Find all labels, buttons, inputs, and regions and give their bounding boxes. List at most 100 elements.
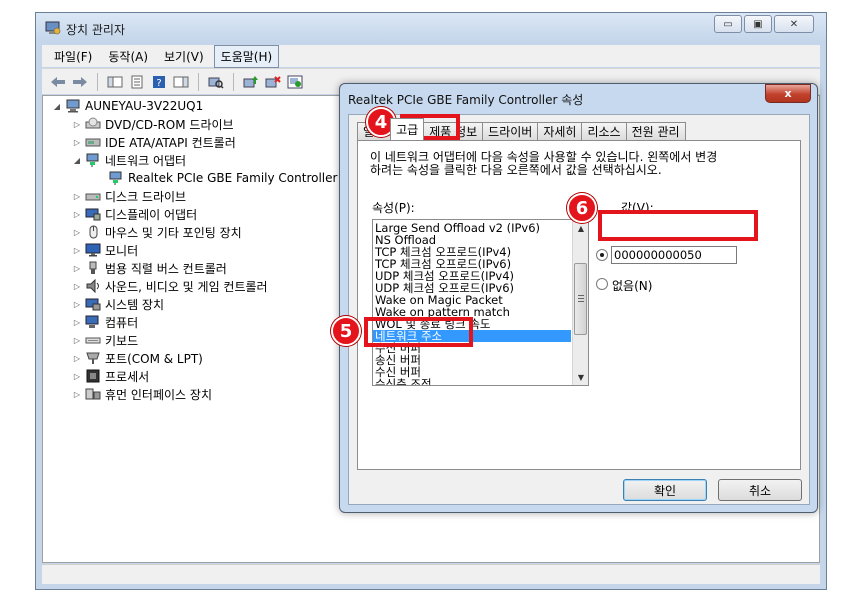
tab-power-management[interactable]: 전원 관리 [625,122,686,140]
collapse-arrow-icon[interactable]: ▷ [72,246,82,255]
computer-icon [85,315,99,328]
properties-dialog: Realtek PCIe GBE Family Controller 속성 x … [339,83,818,513]
usb-icon [89,261,97,274]
highlight-value-input [598,210,758,241]
step-badge: 6 [567,193,597,223]
title-bar[interactable]: 장치 관리자 ▭ ▣ ✕ [36,13,826,43]
expand-arrow-icon[interactable]: ◢ [72,156,82,165]
keyboard-icon [85,337,101,344]
collapse-arrow-icon[interactable]: ▷ [72,354,82,363]
tab-driver[interactable]: 드라이버 [482,122,539,140]
tree-item-processor[interactable]: ▷ 프로세서 [72,367,149,385]
thumb-grip [578,298,584,299]
tree-item-computer[interactable]: ▷ 컴퓨터 [72,313,138,331]
monitor-icon [85,243,101,257]
collapse-arrow-icon[interactable]: ▷ [72,228,82,237]
tree-item-label: 포트(COM & LPT) [105,351,203,366]
collapse-arrow-icon[interactable]: ▷ [72,210,82,219]
properties-icon[interactable] [127,73,147,91]
scan-hardware-icon[interactable] [206,73,226,91]
toolbar-separator [198,72,199,91]
scroll-thumb[interactable] [574,263,587,335]
scroll-down-icon[interactable]: ▼ [573,369,588,385]
tree-item-label: 컴퓨터 [105,315,139,330]
value-input[interactable]: 000000000050 [611,246,737,264]
back-arrow-icon[interactable] [48,73,68,91]
value-radio[interactable] [596,249,608,261]
disk-drive-icon [85,193,101,201]
expand-arrow-icon[interactable]: ◢ [52,102,62,111]
menu-help[interactable]: 도움말(H) [213,44,280,68]
advanced-panel: 이 네트워크 어댑터에 다음 속성을 사용할 수 있습니다. 왼쪽에서 변경 하… [357,140,801,470]
menu-view[interactable]: 보기(V) [158,46,210,67]
description-text: 이 네트워크 어댑터에 다음 속성을 사용할 수 있습니다. 왼쪽에서 변경 하… [370,151,717,177]
radio-dot [600,253,604,257]
uninstall-icon[interactable] [263,73,283,91]
tree-item-hid[interactable]: ▷ 휴먼 인터페이스 장치 [72,385,212,403]
show-hide-tree-icon[interactable] [105,73,125,91]
collapse-arrow-icon[interactable]: ▷ [72,300,82,309]
dialog-close-button[interactable]: x [765,84,811,103]
none-radio[interactable] [596,278,608,290]
collapse-arrow-icon[interactable]: ▷ [72,138,82,147]
tree-item-label: IDE ATA/ATAPI 컨트롤러 [105,135,236,150]
tree-item-dvd[interactable]: ▷ DVD/CD-ROM 드라이브 [72,115,234,133]
thumb-grip [578,295,584,296]
tree-item-label: 마우스 및 기타 포인팅 장치 [105,225,242,240]
tab-resources[interactable]: 리소스 [581,122,627,140]
tab-advanced[interactable]: 고급 [390,118,425,140]
minimize-button[interactable]: ▭ [714,15,742,33]
processor-icon [86,369,100,383]
tree-item-display[interactable]: ▷ 디스플레이 어댑터 [72,205,197,223]
tree-item-network[interactable]: ◢ 네트워크 어댑터 [72,151,186,169]
tree-item-label: 프로세서 [105,369,150,384]
list-item[interactable]: 수신측 조정 [375,378,432,385]
enable-device-icon[interactable] [285,73,305,91]
collapse-arrow-icon[interactable]: ▷ [72,120,82,129]
tree-item-ports[interactable]: ▷ 포트(COM & LPT) [72,349,203,367]
network-adapter-icon [86,153,99,167]
tree-item-label: Realtek PCIe GBE Family Controller [128,171,338,185]
collapse-arrow-icon[interactable]: ▷ [72,192,82,201]
ok-button[interactable]: 확인 [623,479,707,501]
tree-item-ide[interactable]: ▷ IDE ATA/ATAPI 컨트롤러 [72,133,236,151]
listbox-scrollbar[interactable]: ▲ ▼ [572,220,588,385]
action-pane-icon[interactable] [171,73,191,91]
dialog-title: Realtek PCIe GBE Family Controller 속성 [348,93,584,107]
tree-root[interactable]: ◢ AUNEYAU-3V22UQ1 [52,97,203,115]
maximize-button[interactable]: ▣ [744,15,772,33]
collapse-arrow-icon[interactable]: ▷ [72,318,82,327]
system-device-icon [85,298,101,311]
collapse-arrow-icon[interactable]: ▷ [72,390,82,399]
help-icon[interactable]: ? [149,73,169,91]
tree-item-system[interactable]: ▷ 시스템 장치 [72,295,164,313]
tree-item-label: 휴먼 인터페이스 장치 [105,387,212,402]
tree-item-sound[interactable]: ▷ 사운드, 비디오 및 게임 컨트롤러 [72,277,268,295]
tree-item-keyboard[interactable]: ▷ 키보드 [72,331,138,349]
forward-arrow-icon[interactable] [70,73,90,91]
network-adapter-icon [109,171,122,185]
menu-action[interactable]: 동작(A) [102,46,154,67]
collapse-arrow-icon[interactable]: ▷ [72,282,82,291]
collapse-arrow-icon[interactable]: ▷ [72,372,82,381]
tree-item-label: DVD/CD-ROM 드라이브 [105,117,234,132]
collapse-arrow-icon[interactable]: ▷ [72,264,82,273]
window-controls: ▭ ▣ ✕ [714,15,814,33]
tab-details[interactable]: 자세히 [537,122,583,140]
tree-item-realtek[interactable]: Realtek PCIe GBE Family Controller [108,169,337,187]
tree-item-usb[interactable]: ▷ 범용 직렬 버스 컨트롤러 [72,259,227,277]
tree-item-label: 디스플레이 어댑터 [105,207,198,222]
tree-item-mouse[interactable]: ▷ 마우스 및 기타 포인팅 장치 [72,223,242,241]
tree-item-label: 키보드 [105,333,139,348]
property-listbox[interactable]: Large Send Offload v2 (IPv6) NS Offload … [372,219,589,386]
tree-item-monitor[interactable]: ▷ 모니터 [72,241,138,259]
close-button[interactable]: ✕ [774,15,814,33]
thumb-grip [578,301,584,302]
menu-file[interactable]: 파일(F) [48,46,98,67]
cancel-button[interactable]: 취소 [718,479,802,501]
tree-item-disk[interactable]: ▷ 디스크 드라이브 [72,187,186,205]
tree-item-label: 시스템 장치 [105,297,165,312]
update-driver-icon[interactable] [241,73,261,91]
status-bar [42,564,820,584]
collapse-arrow-icon[interactable]: ▷ [72,336,82,345]
